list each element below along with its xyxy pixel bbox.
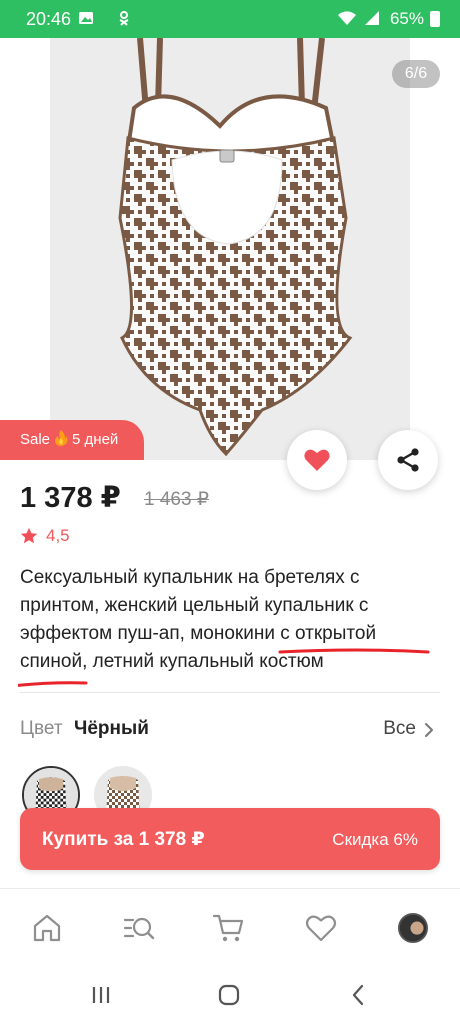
divider xyxy=(20,692,440,693)
current-price: 1 378 ₽ xyxy=(20,482,121,514)
battery-level: 65% xyxy=(389,9,424,28)
all-colors-link[interactable]: Все xyxy=(383,718,416,740)
discount-label: Скидка 6% xyxy=(332,830,418,849)
home-icon xyxy=(33,914,61,942)
system-navigation-bar xyxy=(0,968,460,1024)
product-title: Сексуальный купальник на бретелях с прин… xyxy=(20,567,377,672)
product-photo[interactable] xyxy=(50,38,410,460)
nav-catalog[interactable] xyxy=(122,911,156,945)
favorites-icon xyxy=(305,915,337,942)
old-price: 1 463 ₽ xyxy=(144,489,209,510)
signal-icon xyxy=(365,11,379,25)
home-button-icon[interactable] xyxy=(216,982,242,1008)
chevron-right-icon[interactable] xyxy=(422,722,436,738)
share-button[interactable] xyxy=(378,430,438,490)
battery-icon xyxy=(430,11,440,27)
sale-days: 5 дней xyxy=(72,431,119,448)
buy-button[interactable]: Купить за 1 378 ₽ Скидка 6% xyxy=(20,808,440,870)
back-arrow-icon[interactable] xyxy=(18,58,54,94)
status-time: 20:46 xyxy=(26,9,72,29)
nav-favorites[interactable] xyxy=(304,911,338,945)
recent-apps-icon[interactable] xyxy=(88,982,114,1008)
nav-home[interactable] xyxy=(30,911,64,945)
sale-badge: Sale 5 дней xyxy=(0,420,144,460)
heart-icon xyxy=(304,449,330,471)
star-icon xyxy=(20,527,38,544)
share-icon xyxy=(397,448,419,472)
sale-label: Sale xyxy=(20,431,51,448)
fire-icon xyxy=(55,430,68,446)
cart-icon xyxy=(212,914,244,942)
product-gallery[interactable]: 6/6 xyxy=(0,38,460,460)
rating-value: 4,5 xyxy=(46,526,70,545)
catalog-search-icon xyxy=(123,917,155,940)
favorite-button[interactable] xyxy=(287,430,347,490)
odnoklassniki-notification-icon xyxy=(119,11,129,26)
nav-cart[interactable] xyxy=(212,911,246,945)
profile-avatar[interactable] xyxy=(398,913,428,943)
color-label: Цвет xyxy=(20,718,63,739)
status-bar: 20:46 65% xyxy=(0,0,460,38)
buy-button-label: Купить за 1 378 ₽ xyxy=(42,829,205,850)
bottom-navigation xyxy=(0,888,460,968)
gallery-counter: 6/6 xyxy=(392,60,440,88)
avatar-image xyxy=(400,915,426,941)
back-icon[interactable] xyxy=(346,982,372,1008)
wifi-icon xyxy=(338,11,356,25)
color-value: Чёрный xyxy=(74,718,149,739)
color-selector[interactable]: Цвет Чёрный Все xyxy=(20,716,440,742)
gallery-notification-icon xyxy=(79,12,93,24)
